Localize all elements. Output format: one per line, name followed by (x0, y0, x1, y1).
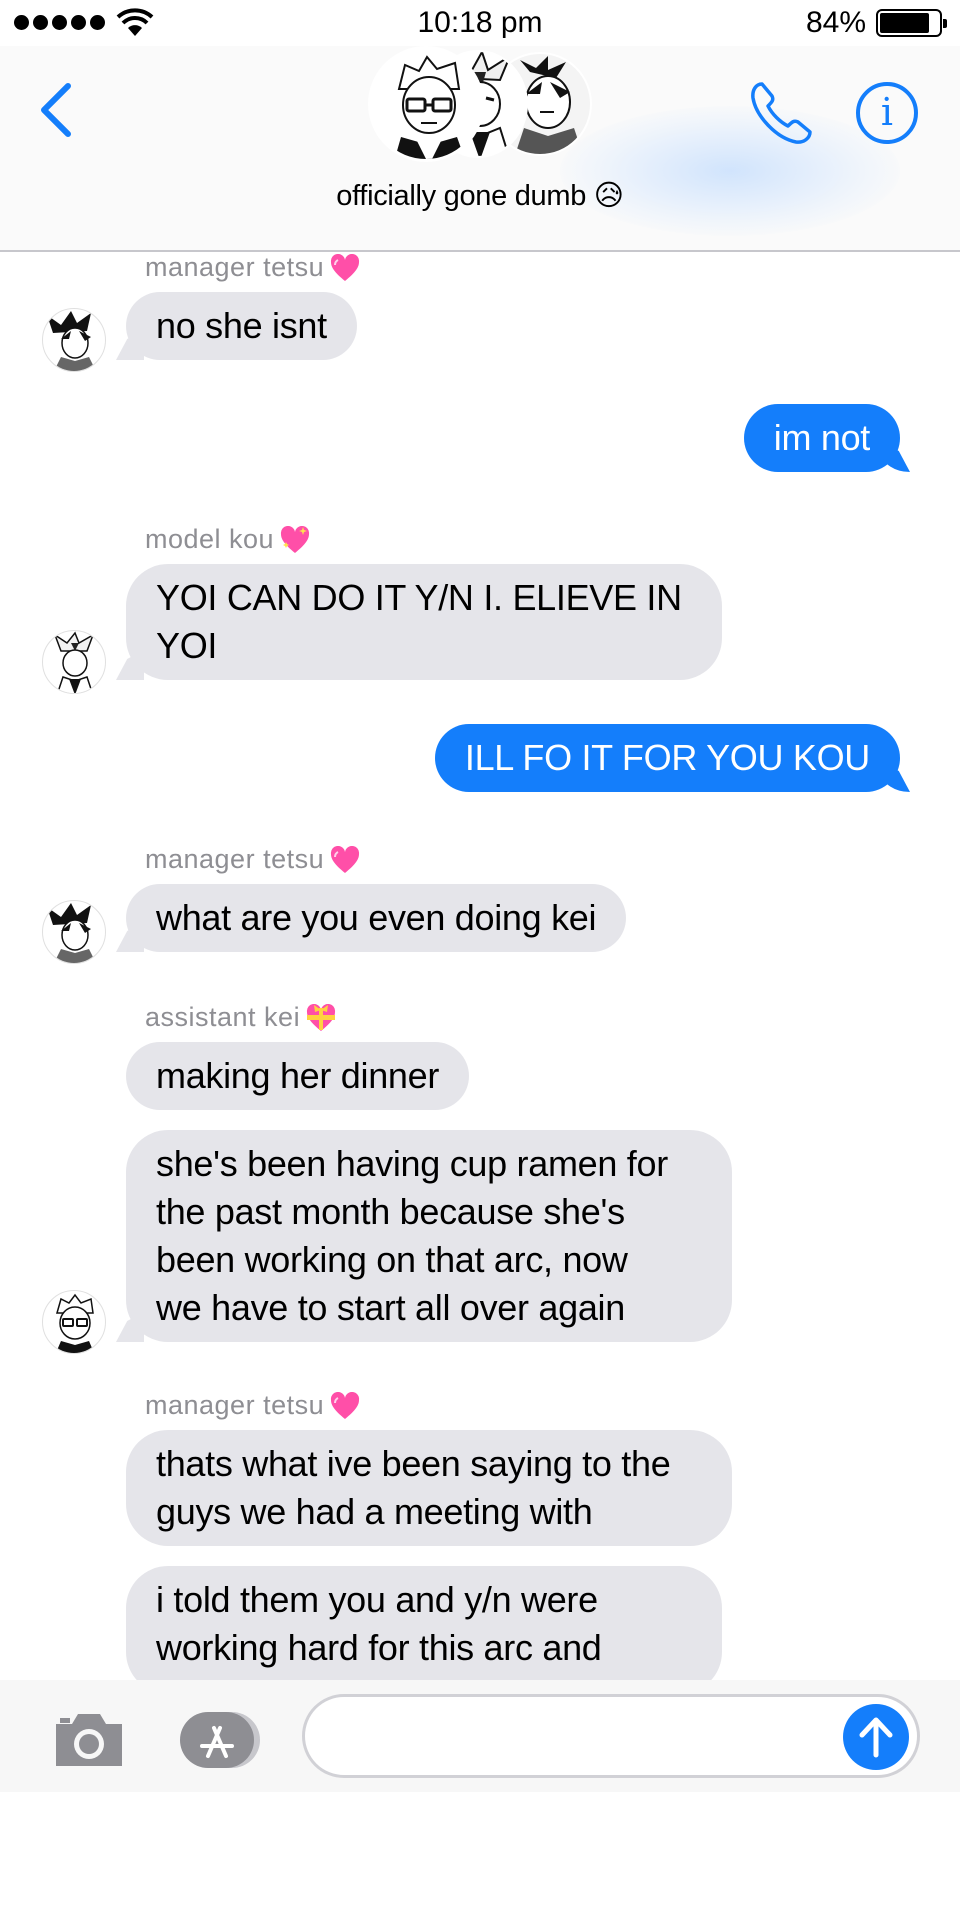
message-bubble-outgoing[interactable]: im not (743, 404, 900, 472)
sender-label: assistant kei (145, 1002, 336, 1033)
avatar-kou[interactable] (42, 630, 106, 694)
sender-name: assistant kei (145, 1002, 301, 1032)
battery-percentage: 84% (805, 6, 866, 39)
message-bubble-incoming[interactable]: making her dinner (126, 1042, 470, 1110)
pink-heart-icon (331, 253, 360, 281)
message-bubble-incoming[interactable]: what are you even doing kei (126, 884, 627, 952)
app-store-icon[interactable] (176, 1710, 262, 1770)
chevron-left-icon[interactable] (34, 80, 78, 140)
sender-name: model kou (145, 524, 275, 554)
compose-bar (0, 1680, 960, 1792)
send-arrow-icon (859, 1717, 893, 1758)
pink-heart-icon (331, 845, 360, 873)
message-bubble-incoming[interactable]: i told them you and y/n were working har… (126, 1566, 722, 1694)
message-bubble-incoming[interactable]: thats what ive been saying to the guys w… (126, 1430, 732, 1546)
camera-icon[interactable] (52, 1710, 126, 1768)
header-glow (560, 106, 900, 236)
conversation-header: officially gone dumb 😥 i (0, 46, 960, 252)
avatar-kei[interactable] (42, 1290, 106, 1354)
sender-label: model kou (145, 524, 310, 555)
message-input[interactable] (329, 1709, 809, 1763)
message-bubble-incoming[interactable]: YOI CAN DO IT Y/N I. ELIEVE IN YOI (126, 564, 722, 680)
info-icon[interactable]: i (856, 82, 918, 144)
battery-icon (876, 9, 947, 37)
group-avatar-kei (368, 46, 484, 162)
message-bubble-incoming[interactable]: no she isnt (126, 292, 357, 360)
sender-label: manager tetsu (145, 844, 360, 875)
sparkling-heart-icon (281, 525, 310, 553)
sender-name: manager tetsu (145, 844, 325, 874)
heart-with-ribbon-icon (307, 1003, 336, 1031)
message-bubble-outgoing[interactable]: ILL FO IT FOR YOU KOU (434, 724, 900, 792)
sender-name: manager tetsu (145, 252, 325, 282)
phone-icon[interactable] (748, 80, 814, 146)
avatar-tetsu[interactable] (42, 900, 106, 964)
message-input-container[interactable] (302, 1694, 920, 1778)
status-bar: 10:18 pm 84% (0, 0, 960, 46)
sender-label: manager tetsu (145, 1390, 360, 1421)
send-button[interactable] (843, 1704, 909, 1770)
message-bubble-incoming[interactable]: she's been having cup ramen for the past… (126, 1130, 732, 1342)
group-name[interactable]: officially gone dumb 😥 (0, 178, 960, 213)
sender-label: manager tetsu (145, 252, 360, 283)
sender-name: manager tetsu (145, 1390, 325, 1420)
group-avatar-stack[interactable] (366, 46, 594, 164)
pink-heart-icon (331, 1391, 360, 1419)
avatar-tetsu[interactable] (42, 308, 106, 372)
